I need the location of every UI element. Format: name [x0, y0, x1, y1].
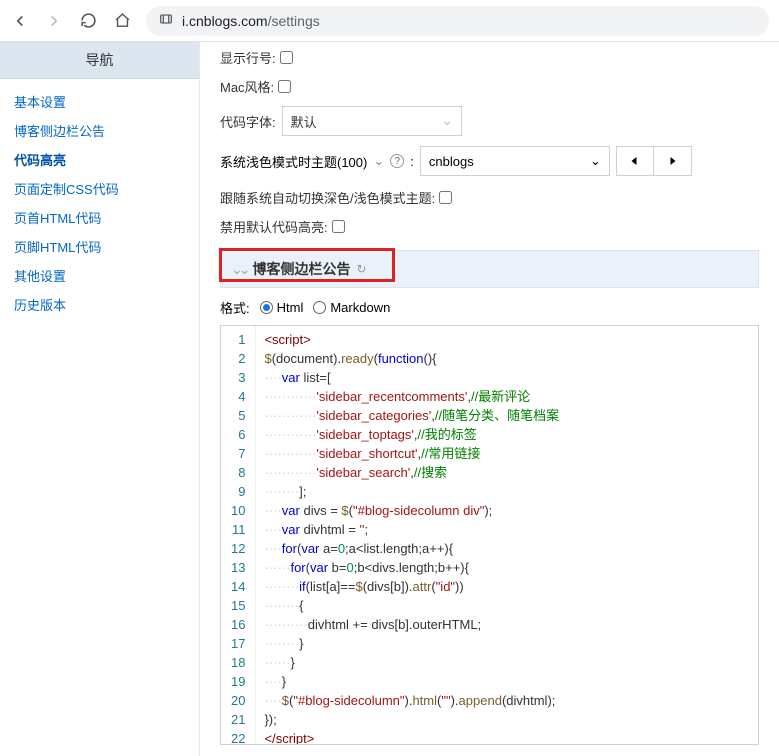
mac-style-checkbox[interactable]: [278, 80, 291, 93]
theme-prev-button[interactable]: [616, 146, 654, 176]
format-html-label: Html: [277, 300, 304, 315]
show-line-no-label: 显示行号:: [220, 48, 276, 67]
site-info-icon[interactable]: [158, 11, 174, 30]
sidebar-item[interactable]: 页面定制CSS代码: [0, 174, 199, 203]
code-font-value: 默认: [291, 112, 317, 131]
refresh-icon[interactable]: ↻: [356, 262, 366, 276]
collapse-icon: ⌄⌄: [231, 261, 246, 278]
sidebar-item[interactable]: 页首HTML代码: [0, 203, 199, 232]
section-header-sidebar-announce[interactable]: ⌄⌄ 博客侧边栏公告 ↻: [220, 250, 759, 288]
format-radio-markdown[interactable]: Markdown: [313, 300, 390, 315]
sidebar-item[interactable]: 基本设置: [0, 87, 199, 116]
reload-button[interactable]: [78, 11, 98, 31]
format-markdown-label: Markdown: [330, 300, 390, 315]
format-label: 格式:: [220, 298, 250, 317]
theme-next-button[interactable]: [654, 146, 692, 176]
back-button[interactable]: [10, 11, 30, 31]
main-content: 显示行号: Mac风格: 代码字体: 默认 ⌄ 系统浅色模式时主题(100) ⌄…: [200, 42, 779, 756]
sidebar-item[interactable]: 其他设置: [0, 261, 199, 290]
browser-toolbar: i.cnblogs.com/settings: [0, 0, 779, 42]
code-font-label: 代码字体:: [220, 112, 276, 131]
sidebar-item[interactable]: 页脚HTML代码: [0, 232, 199, 261]
theme-select[interactable]: cnblogs ⌄: [420, 146, 610, 176]
code-font-select[interactable]: 默认 ⌄: [282, 106, 462, 136]
url-path: /settings: [268, 13, 320, 29]
mac-style-label: Mac风格:: [220, 77, 274, 96]
home-button[interactable]: [112, 11, 132, 31]
sidebar-item[interactable]: 历史版本: [0, 290, 199, 319]
editor-gutter: 12345678910111213141516171819202122: [221, 326, 256, 744]
sidebar-item[interactable]: 代码高亮: [0, 145, 199, 174]
disable-highlight-label: 禁用默认代码高亮:: [220, 217, 328, 236]
address-bar[interactable]: i.cnblogs.com/settings: [146, 6, 769, 36]
theme-value: cnblogs: [429, 154, 474, 169]
chevron-down-icon: ⌄: [590, 153, 601, 169]
theme-label: 系统浅色模式时主题(100): [220, 152, 367, 171]
disable-highlight-checkbox[interactable]: [332, 220, 345, 233]
info-icon[interactable]: ?: [390, 154, 404, 168]
sidebar-item[interactable]: 博客侧边栏公告: [0, 116, 199, 145]
chevron-down-icon: ⌄: [442, 113, 453, 129]
url-host: i.cnblogs.com: [182, 13, 268, 29]
code-editor[interactable]: 12345678910111213141516171819202122 <scr…: [220, 325, 759, 745]
editor-code[interactable]: <script>$(document).ready(function(){···…: [256, 326, 758, 744]
follow-system-label: 跟随系统自动切换深色/浅色模式主题:: [220, 188, 435, 207]
forward-button[interactable]: [44, 11, 64, 31]
sidebar: 导航 基本设置博客侧边栏公告代码高亮页面定制CSS代码页首HTML代码页脚HTM…: [0, 42, 200, 756]
radio-icon: [260, 301, 273, 314]
show-line-no-checkbox[interactable]: [280, 51, 293, 64]
follow-system-checkbox[interactable]: [439, 191, 452, 204]
section-title: 博客侧边栏公告: [252, 259, 350, 279]
chevron-down-icon[interactable]: ⌄: [373, 153, 384, 169]
format-radio-html[interactable]: Html: [260, 300, 304, 315]
sidebar-header: 导航: [0, 42, 199, 79]
radio-icon: [313, 301, 326, 314]
